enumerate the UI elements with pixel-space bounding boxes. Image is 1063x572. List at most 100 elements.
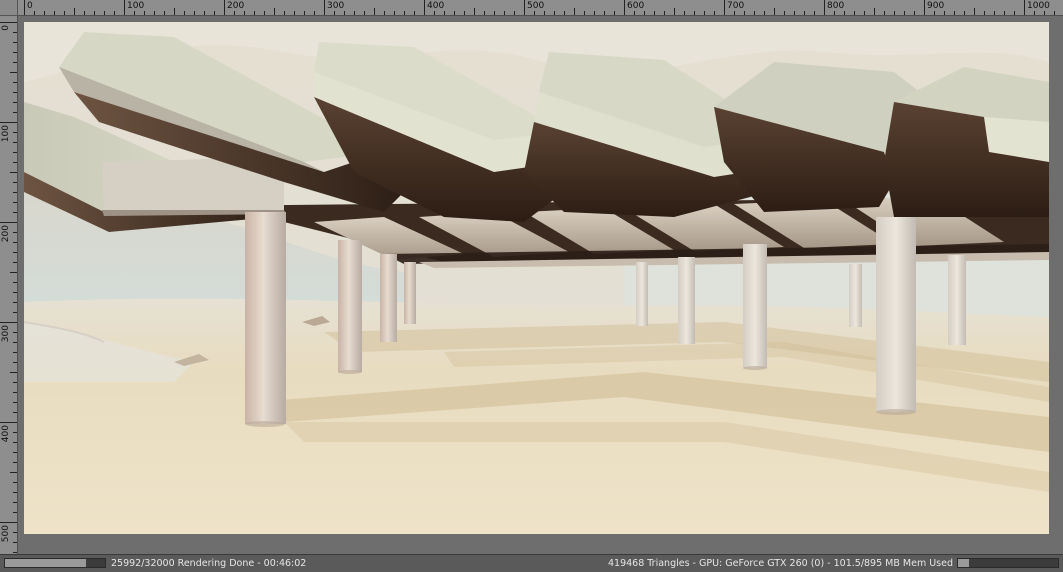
ruler-tick [13,362,17,363]
ruler-corner [0,0,18,16]
ruler-label: 300 [327,1,345,11]
ruler-tick [13,102,17,103]
ruler-tick [13,82,17,83]
ruler-tick [13,212,17,213]
ruler-tick [54,11,55,15]
ruler-tick [614,11,615,15]
ruler-tick [13,262,17,263]
ruler-tick [944,11,945,15]
ruler-tick [10,372,17,373]
ruler-label: 200 [227,1,245,11]
ruler-tick [0,222,17,223]
ruler-tick [724,0,725,15]
ruler-tick [334,11,335,15]
ruler-tick [13,52,17,53]
ruler-label: 100 [1,125,11,143]
ruler-tick [13,352,17,353]
ruler-tick [504,11,505,15]
ruler-tick [844,11,845,15]
ruler-tick [13,532,17,533]
ruler-tick [94,11,95,15]
ruler-tick [204,11,205,15]
ruler-tick [13,192,17,193]
ruler-tick [774,8,775,15]
ruler-tick [954,11,955,15]
ruler-tick [494,11,495,15]
ruler-tick [794,11,795,15]
ruler-tick [64,11,65,15]
ruler-tick [854,11,855,15]
ruler-tick [984,11,985,15]
ruler-tick [354,11,355,15]
ruler-tick [344,11,345,15]
ruler-tick [13,392,17,393]
horizontal-ruler: 0 100 200 300 400 500 600 700 800 900 1000 [18,0,1063,16]
ruler-tick [1034,11,1035,15]
ruler-tick [564,11,565,15]
ruler-tick [13,292,17,293]
ruler-tick [13,452,17,453]
ruler-tick [10,472,17,473]
ruler-label: 900 [927,1,945,11]
ruler-tick [13,332,17,333]
ruler-tick [654,11,655,15]
render-progress-bar [4,558,106,568]
ruler-label: 400 [1,425,11,443]
ruler-tick [834,11,835,15]
ruler-tick [234,11,235,15]
ruler-tick [514,11,515,15]
ruler-tick [13,342,17,343]
ruler-label: 500 [1,525,11,543]
ruler-tick [594,11,595,15]
ruler-tick [13,512,17,513]
ruler-tick [644,11,645,15]
ruler-tick [634,11,635,15]
ruler-tick [13,482,17,483]
ruler-tick [13,412,17,413]
ruler-tick [884,11,885,15]
ruler-tick [264,11,265,15]
ruler-tick [754,11,755,15]
ruler-tick [694,11,695,15]
ruler-tick [194,11,195,15]
ruler-tick [384,11,385,15]
ruler-tick [1024,0,1025,15]
ruler-label: 500 [527,1,545,11]
render-viewport[interactable] [24,22,1049,534]
ruler-tick [13,462,17,463]
ruler-tick [13,232,17,233]
vertical-ruler: 0 100 200 300 400 500 [0,16,18,554]
ruler-tick [184,11,185,15]
ruler-tick [814,11,815,15]
ruler-tick [13,252,17,253]
ruler-tick [34,11,35,15]
ruler-tick [13,502,17,503]
ruler-label: 400 [427,1,445,11]
ruler-tick [874,8,875,15]
ruler-tick [10,272,17,273]
ruler-tick [934,11,935,15]
ruler-label: 100 [127,1,145,11]
ruler-tick [124,0,125,15]
ruler-label: 600 [627,1,645,11]
scene-info-text: 419468 Triangles - GPU: GeForce GTX 260 … [607,558,953,569]
ruler-tick [404,11,405,15]
ruler-tick [674,8,675,15]
ruler-tick [584,11,585,15]
render-image [24,22,1049,534]
ruler-tick [1054,11,1055,15]
ruler-label: 200 [1,225,11,243]
ruler-tick [10,172,17,173]
ruler-tick [0,522,17,523]
ruler-tick [13,442,17,443]
ruler-tick [84,11,85,15]
ruler-tick [13,432,17,433]
ruler-tick [13,132,17,133]
ruler-tick [524,0,525,15]
ruler-tick [544,11,545,15]
ruler-tick [624,0,625,15]
ruler-tick [604,11,605,15]
ruler-tick [144,11,145,15]
ruler-label: 1000 [1027,1,1050,11]
ruler-tick [424,0,425,15]
